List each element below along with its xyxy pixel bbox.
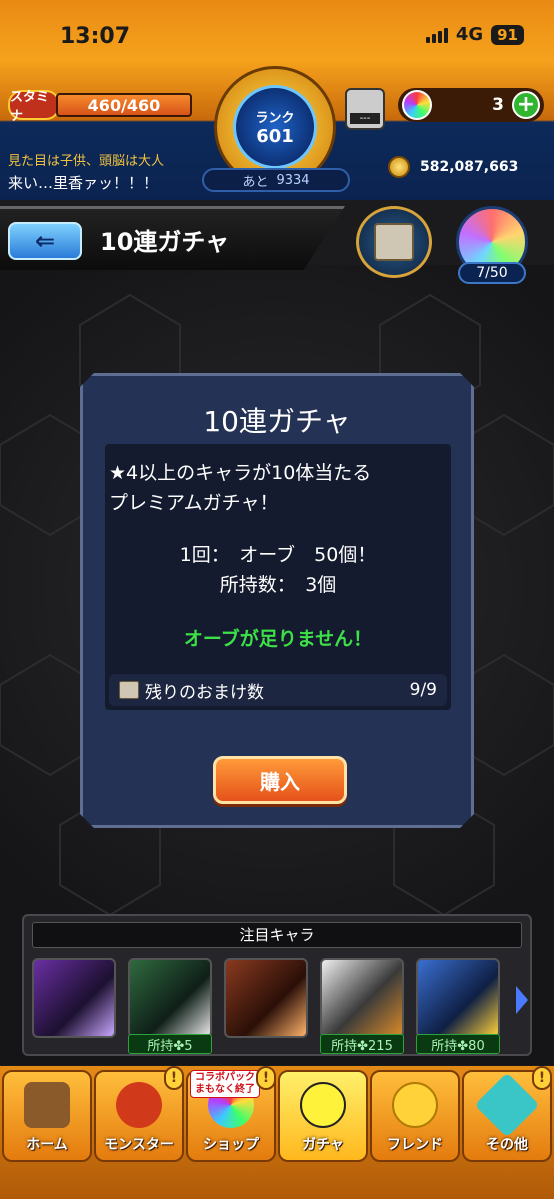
dialog-title: 10連ガチャ bbox=[203, 405, 351, 438]
scroll-right-icon[interactable] bbox=[516, 986, 528, 1014]
nav-label: モンスター bbox=[104, 1137, 174, 1153]
cost-line: 1回： オーブ 50個！ bbox=[179, 544, 377, 566]
gacha-icon bbox=[300, 1082, 346, 1128]
description-line-1: ★4以上のキャラが10体当たる bbox=[109, 462, 372, 484]
stamina-gauge: スタミナ 460/460 bbox=[8, 90, 192, 124]
gold-value: 582,087,663 bbox=[420, 159, 519, 175]
bonus-row: 残りのおまけ数 9/9 bbox=[109, 674, 447, 706]
rank-label: ランク bbox=[255, 111, 295, 126]
character-owned-count: 所持✤80 bbox=[416, 1034, 500, 1054]
buy-button[interactable]: 購入 bbox=[213, 756, 347, 804]
stamina-icon: スタミナ bbox=[8, 90, 60, 124]
friend-icon bbox=[392, 1082, 438, 1128]
character-card[interactable] bbox=[320, 958, 404, 1038]
orb-count: 3 bbox=[492, 95, 504, 115]
featured-characters: 注目キャラ 所持✤5 所持✤215 所持✤80 bbox=[22, 914, 532, 1056]
character-card[interactable] bbox=[128, 958, 212, 1038]
box-icon[interactable] bbox=[356, 206, 432, 278]
player-name: 来い…里香ァッ！！！ bbox=[8, 174, 159, 192]
alert-icon: ! bbox=[164, 1066, 184, 1090]
rank-value: 601 bbox=[256, 126, 294, 147]
other-icon bbox=[474, 1072, 540, 1138]
stamina-value: 460/460 bbox=[56, 93, 192, 117]
nav-label: ショップ bbox=[203, 1137, 259, 1153]
alert-icon: ! bbox=[256, 1066, 276, 1090]
status-indicators: 4G 91 bbox=[425, 24, 524, 45]
nav-home[interactable]: ホーム bbox=[2, 1070, 92, 1162]
bottom-nav: ホーム モンスター ! コラボパック まもなく終了 ショップ ! ガチャ フレン… bbox=[0, 1066, 554, 1199]
rank-inner: ランク 601 bbox=[233, 85, 317, 169]
owned-line: 所持数： 3個 bbox=[219, 574, 337, 596]
home-icon bbox=[24, 1082, 70, 1128]
medal-count: 7/50 bbox=[458, 262, 526, 284]
character-owned-count: 所持✤5 bbox=[128, 1034, 212, 1054]
player-subtitle: 見た目は子供、頭脳は大人 bbox=[8, 154, 165, 169]
machine-label: --- bbox=[350, 113, 380, 124]
shop-badge: コラボパック まもなく終了 bbox=[190, 1070, 260, 1098]
next-rank-label: あと bbox=[242, 174, 269, 190]
orb-icon bbox=[402, 90, 432, 120]
nav-label: その他 bbox=[486, 1137, 528, 1153]
featured-header: 注目キャラ bbox=[32, 922, 522, 948]
next-rank-value: 9334 bbox=[276, 172, 310, 188]
status-time: 13:07 bbox=[60, 24, 131, 49]
signal-icon bbox=[425, 27, 448, 43]
bonus-label: 残りのおまけ数 bbox=[145, 682, 264, 703]
nav-friend[interactable]: フレンド bbox=[370, 1070, 460, 1162]
battery-icon: 91 bbox=[491, 24, 524, 45]
network-type: 4G bbox=[455, 24, 484, 45]
machine-icon[interactable]: --- bbox=[345, 88, 385, 130]
character-card[interactable] bbox=[224, 958, 308, 1038]
nav-label: フレンド bbox=[387, 1137, 443, 1153]
gold-display: 582,087,663 bbox=[388, 156, 518, 178]
alert-icon: ! bbox=[532, 1066, 552, 1090]
nav-other[interactable]: その他 ! bbox=[462, 1066, 552, 1162]
character-card[interactable] bbox=[32, 958, 116, 1038]
character-owned-count: 所持✤215 bbox=[320, 1034, 404, 1054]
orb-warning: オーブが足りません！ bbox=[183, 628, 373, 650]
buy-orb-button[interactable]: + bbox=[512, 91, 540, 119]
orb-display: 3 + bbox=[398, 88, 544, 122]
box-inner-icon bbox=[374, 223, 414, 261]
monster-icon bbox=[116, 1082, 162, 1128]
nav-label: ホーム bbox=[26, 1137, 68, 1153]
dialog-description: ★4以上のキャラが10体当たる プレミアムガチャ！ bbox=[109, 458, 371, 518]
bonus-value: 9/9 bbox=[409, 680, 437, 700]
box-icon bbox=[119, 681, 139, 699]
nav-monster[interactable]: モンスター ! bbox=[94, 1066, 184, 1162]
page-title: 10連ガチャ bbox=[100, 228, 230, 256]
character-card[interactable] bbox=[416, 958, 500, 1038]
nav-shop[interactable]: コラボパック まもなく終了 ショップ ! bbox=[186, 1066, 276, 1162]
description-line-2: プレミアムガチャ！ bbox=[109, 492, 279, 514]
nav-label: ガチャ bbox=[302, 1137, 344, 1153]
next-rank-box: あと 9334 bbox=[202, 168, 350, 192]
gacha-dialog: 10連ガチャ ★4以上のキャラが10体当たる プレミアムガチャ！ 1回： オーブ… bbox=[80, 373, 474, 828]
back-button[interactable]: ⇐ bbox=[8, 222, 82, 260]
dialog-body: ★4以上のキャラが10体当たる プレミアムガチャ！ 1回： オーブ 50個！ 所… bbox=[105, 444, 451, 710]
coin-icon bbox=[388, 156, 410, 178]
nav-gacha[interactable]: ガチャ bbox=[278, 1070, 368, 1162]
